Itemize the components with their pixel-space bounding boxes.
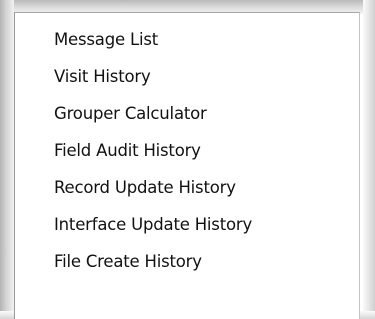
menu-item-visit-history[interactable]: Visit History xyxy=(54,58,252,95)
menu-item-interface-update-history[interactable]: Interface Update History xyxy=(54,206,252,243)
dropdown-menu: Message List Visit History Grouper Calcu… xyxy=(14,12,360,319)
menu-item-list: Message List Visit History Grouper Calcu… xyxy=(54,21,252,280)
context-menu-screenshot: Message List Visit History Grouper Calcu… xyxy=(0,0,375,319)
menu-item-field-audit-history[interactable]: Field Audit History xyxy=(54,132,252,169)
menu-shadow-right xyxy=(363,0,375,319)
menu-item-record-update-history[interactable]: Record Update History xyxy=(54,169,252,206)
menu-shadow-left xyxy=(0,0,14,319)
menu-item-message-list[interactable]: Message List xyxy=(54,21,252,58)
menu-item-file-create-history[interactable]: File Create History xyxy=(54,243,252,280)
menu-item-grouper-calculator[interactable]: Grouper Calculator xyxy=(54,95,252,132)
